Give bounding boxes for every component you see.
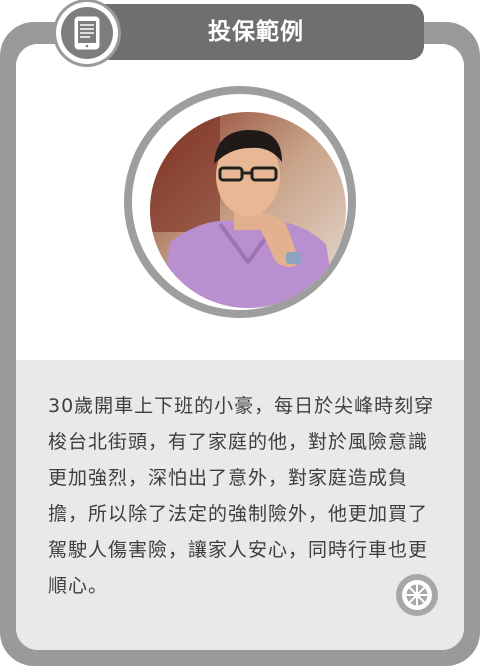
portrait-photo bbox=[150, 112, 346, 308]
story-text: 30歲開車上下班的小豪，每日於尖峰時刻穿梭台北街頭，有了家庭的他，對於風險意識更… bbox=[48, 395, 435, 597]
title-badge bbox=[56, 2, 118, 64]
photo-area bbox=[16, 44, 464, 360]
tablet-icon bbox=[74, 16, 100, 50]
portrait-frame bbox=[124, 86, 356, 318]
wheel-icon bbox=[396, 574, 438, 616]
portrait-ring bbox=[132, 94, 348, 310]
page-title: 投保範例 bbox=[208, 19, 304, 45]
